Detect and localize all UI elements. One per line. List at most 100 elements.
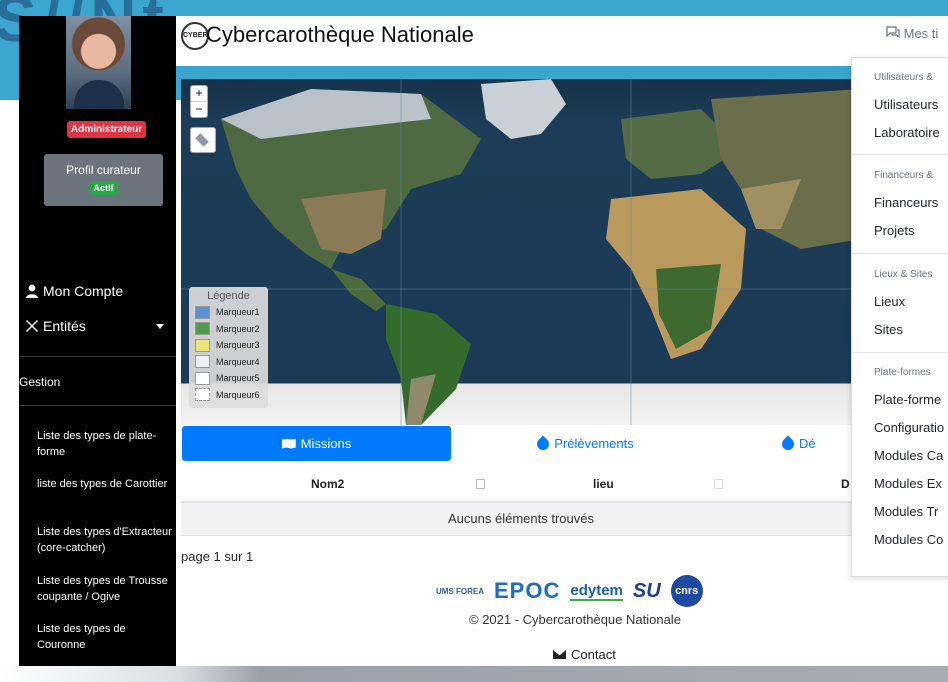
edytem-logo: edytem xyxy=(570,581,623,601)
legend-swatch xyxy=(195,355,210,369)
tab-missions[interactable]: Missions xyxy=(182,426,451,461)
missions-table: Nom2 lieu D Aucuns éléments trouvés xyxy=(181,466,861,536)
menu-item-laboratoire[interactable]: Laboratoire xyxy=(874,125,940,140)
my-tickets-label: Mes ti xyxy=(903,26,939,41)
hammer-icon xyxy=(779,435,797,452)
map-legend: Légende Marqueur1 Marqueur2 Marqueur3 Ma… xyxy=(189,287,268,408)
legend-swatch xyxy=(195,305,210,319)
page-title[interactable]: Cybercarothèque Nationale xyxy=(206,22,474,48)
column-header-lieu[interactable]: lieu xyxy=(593,477,614,491)
table-empty-row: Aucuns éléments trouvés xyxy=(181,503,861,536)
legend-label: Marqueur4 xyxy=(216,356,260,367)
sort-icon[interactable] xyxy=(714,479,723,489)
sidebar-item-label: Mon Compte xyxy=(43,283,124,299)
menu-section-header: Plate-formes xyxy=(874,367,931,378)
background-left xyxy=(0,100,19,666)
map-icon xyxy=(281,438,296,449)
partner-logos: UMS FOREA EPOC edytem SU cnrs xyxy=(436,574,746,608)
curator-profile-button[interactable]: Profil curateur Actif xyxy=(44,154,163,206)
menu-item-configuration[interactable]: Configuratio xyxy=(874,420,944,435)
my-tickets-button[interactable]: Mes ti xyxy=(886,26,938,41)
legend-label: Marqueur1 xyxy=(216,307,260,318)
section-label-gestion: Gestion xyxy=(19,375,61,389)
curator-status-badge: Actif xyxy=(89,181,118,195)
legend-title: Légende xyxy=(207,290,250,302)
legend-label: Marqueur6 xyxy=(216,389,260,400)
tab-label: Prélèvements xyxy=(554,436,634,451)
menu-item-modules-couronne[interactable]: Modules Co xyxy=(874,532,943,547)
legend-label: Marqueur2 xyxy=(216,323,260,334)
menu-item-utilisateurs[interactable]: Utilisateurs xyxy=(874,97,938,112)
legend-swatch xyxy=(195,338,210,352)
menu-section-header: Financeurs & xyxy=(874,170,933,181)
sidebar-link-carottier-types[interactable]: liste des types de Carottier xyxy=(37,476,172,492)
contact-label: Contact xyxy=(571,647,616,662)
menu-divider xyxy=(852,352,948,353)
menu-section-header: Lieux & Sites xyxy=(874,269,933,280)
menu-item-modules-carottier[interactable]: Modules Ca xyxy=(874,448,943,463)
sidebar-link-cutting-kit-types[interactable]: Liste des types de Trousse coupante / Og… xyxy=(37,573,172,605)
legend-label: Marqueur5 xyxy=(216,373,260,384)
entities-dropdown-menu: Utilisateurs & Utilisateurs Laboratoire … xyxy=(851,57,948,577)
legend-swatch xyxy=(195,371,210,385)
world-map-tiles xyxy=(181,79,861,425)
chat-icon xyxy=(886,26,900,39)
sidebar-link-extractor-types[interactable]: Liste des types d'Extracteur (core-catch… xyxy=(37,524,172,556)
menu-item-modules-trousse[interactable]: Modules Tr xyxy=(874,504,938,519)
cnrs-logo: cnrs xyxy=(670,575,703,607)
menu-item-lieux[interactable]: Lieux xyxy=(874,294,905,309)
legend-entry: Marqueur1 xyxy=(195,304,268,321)
legend-swatch xyxy=(195,388,210,402)
syringe-icon xyxy=(534,435,552,452)
copyright: © 2021 - Cybercarothèque Nationale xyxy=(469,612,681,627)
osu-logo: SU xyxy=(632,579,661,602)
user-icon xyxy=(26,284,38,298)
ums-forea-logo: UMS FOREA xyxy=(436,586,484,596)
sidebar-item-label: Entités xyxy=(43,318,86,334)
zoom-out-button[interactable]: − xyxy=(191,101,207,117)
sidebar-item-my-account[interactable]: Mon Compte xyxy=(25,283,123,299)
curator-title: Profil curateur xyxy=(66,163,141,177)
menu-item-sites[interactable]: Sites xyxy=(874,322,903,337)
tab-bar: Missions Prélèvements Dé xyxy=(182,426,862,461)
menu-item-plate-forme[interactable]: Plate-forme xyxy=(874,392,941,407)
legend-entry: Marqueur4 xyxy=(195,354,268,371)
column-header-nom2[interactable]: Nom2 xyxy=(311,477,344,491)
contact-link[interactable]: Contact xyxy=(553,647,616,662)
sidebar: Administrateur Profil curateur Actif Mon… xyxy=(19,16,176,666)
tab-label: Missions xyxy=(300,436,352,451)
legend-entry: Marqueur6 xyxy=(195,387,268,404)
zoom-in-button[interactable]: + xyxy=(191,86,207,101)
legend-entry: Marqueur3 xyxy=(195,337,268,354)
envelope-icon xyxy=(553,650,566,659)
menu-item-financeurs[interactable]: Financeurs xyxy=(874,195,938,210)
legend-swatch xyxy=(195,322,210,336)
tab-prelevements[interactable]: Prélèvements xyxy=(451,426,720,461)
legend-entry: Marqueur5 xyxy=(195,370,268,387)
menu-item-modules-extracteur[interactable]: Modules Ex xyxy=(874,476,942,491)
site-logo[interactable]: CYBER xyxy=(181,22,209,50)
background-bottom xyxy=(0,666,948,682)
sidebar-item-entities[interactable]: Entités xyxy=(25,318,176,334)
legend-entry: Marqueur2 xyxy=(195,321,268,338)
layers-icon[interactable] xyxy=(190,127,216,153)
sidebar-link-platform-types[interactable]: Liste des types de plate-forme xyxy=(37,428,172,460)
menu-item-projets[interactable]: Projets xyxy=(874,223,914,238)
divider xyxy=(19,405,176,406)
column-header-date[interactable]: D xyxy=(841,477,850,491)
sidebar-link-crown-types[interactable]: Liste des types de Couronne xyxy=(37,621,172,653)
zoom-control: + − xyxy=(190,85,208,118)
tools-icon xyxy=(26,320,38,332)
menu-divider xyxy=(852,154,948,155)
menu-section-header: Utilisateurs & xyxy=(874,72,933,83)
pagination-info: page 1 sur 1 xyxy=(181,549,254,564)
divider xyxy=(19,356,176,357)
menu-divider xyxy=(852,253,948,254)
table-header: Nom2 lieu D xyxy=(181,466,861,503)
avatar[interactable] xyxy=(66,16,131,109)
world-map[interactable]: + − Légende Marqueur1 Marqueur2 Marqueur… xyxy=(181,79,861,425)
sort-icon[interactable] xyxy=(476,479,485,489)
role-badge: Administrateur xyxy=(67,121,147,138)
chevron-down-icon xyxy=(156,324,164,329)
header: CYBER Cybercarothèque Nationale Mes ti xyxy=(176,16,948,66)
